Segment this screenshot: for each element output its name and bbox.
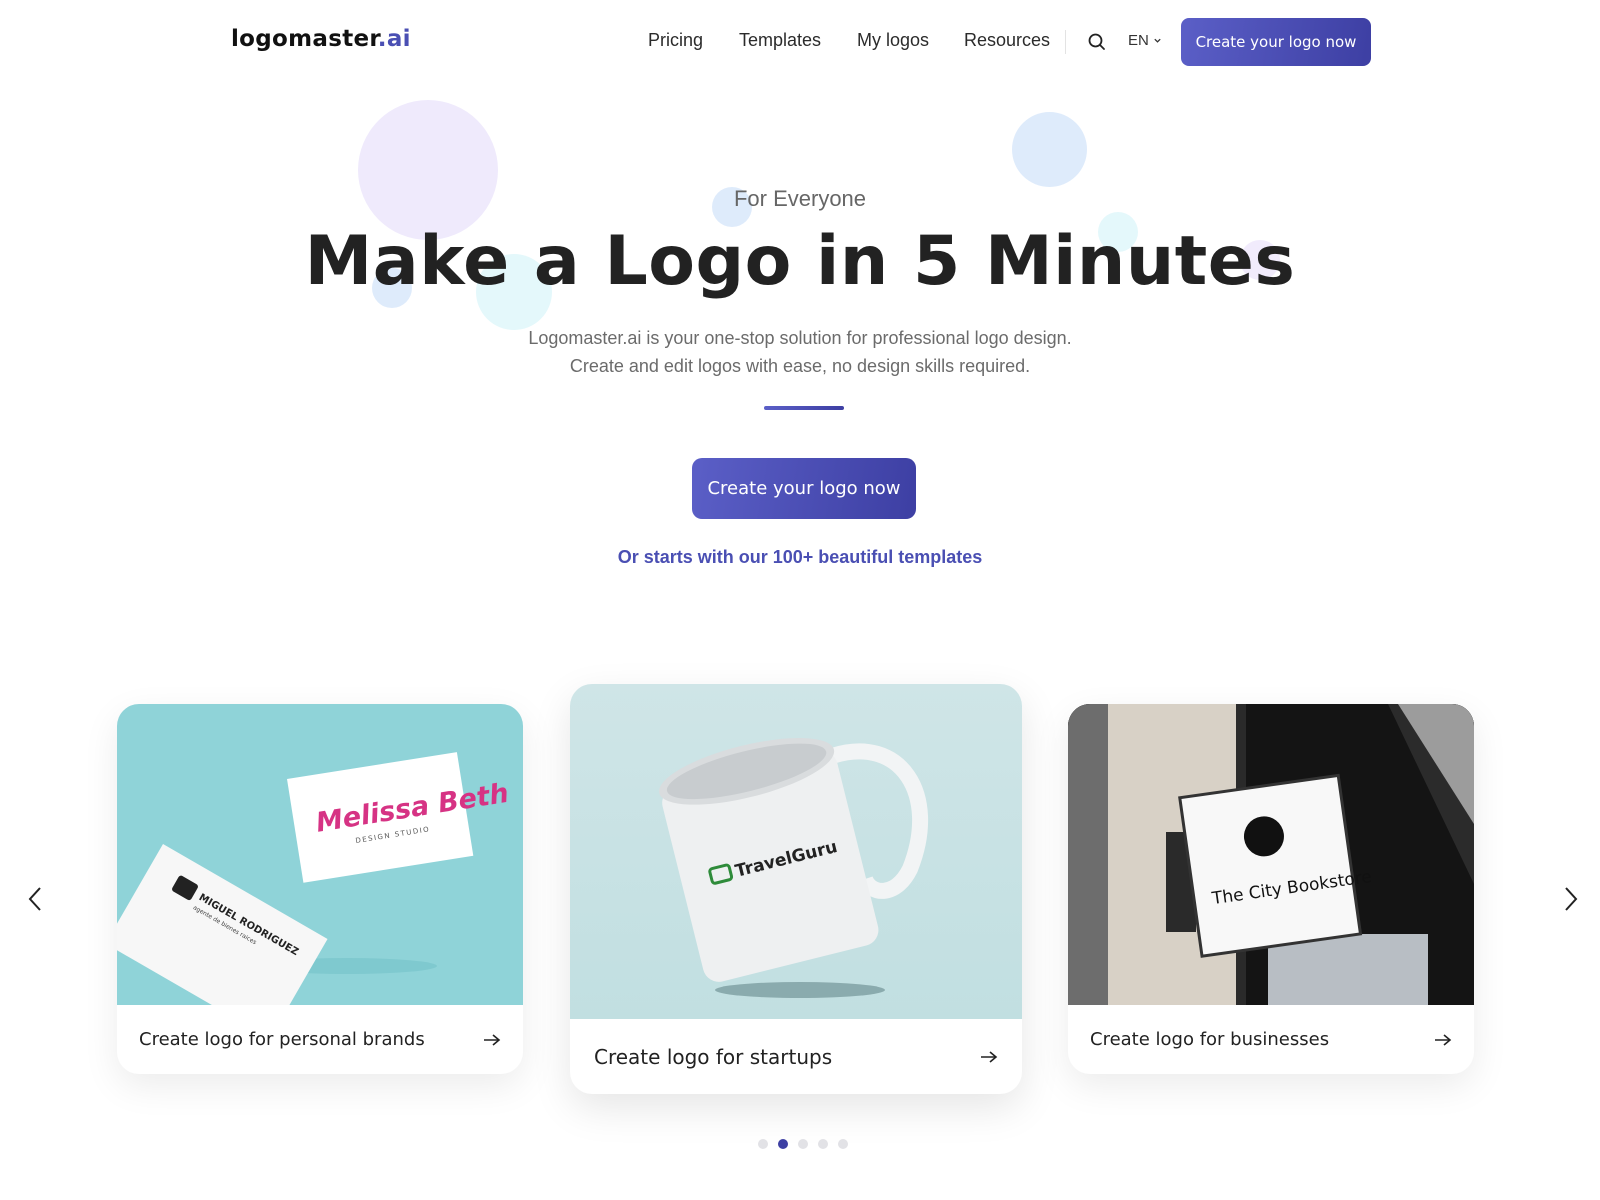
chevron-left-icon: [28, 887, 41, 911]
card-footer: Create logo for startups: [570, 1019, 1022, 1094]
site-logo[interactable]: logomaster.ai: [231, 26, 411, 52]
logo-main-text: logomaster: [231, 26, 378, 52]
pagination-dot-active[interactable]: [778, 1139, 788, 1149]
mug-image: TravelGuru: [570, 684, 1022, 1019]
nav-resources[interactable]: Resources: [964, 30, 1050, 51]
storefront-sign-image: The City Bookstore: [1068, 704, 1474, 1005]
search-icon[interactable]: [1087, 32, 1107, 52]
decorative-bubble: [1012, 112, 1087, 187]
pagination-dot[interactable]: [758, 1139, 768, 1149]
arrow-right-icon: [1435, 1033, 1452, 1046]
carousel-card-businesses[interactable]: The City Bookstore Create logo for busin…: [1068, 704, 1474, 1074]
card-footer: Create logo for personal brands: [117, 1005, 523, 1074]
carousel-card-startups[interactable]: TravelGuru Create logo for startups: [570, 684, 1022, 1094]
hero-headline: Make a Logo in 5 Minutes: [304, 222, 1296, 301]
language-selector[interactable]: EN: [1128, 32, 1162, 49]
pagination-dot[interactable]: [798, 1139, 808, 1149]
pagination-dot[interactable]: [818, 1139, 828, 1149]
hero-subline-2: Create and edit logos with ease, no desi…: [569, 356, 1031, 376]
hero-subline-1: Logomaster.ai is your one-stop solution …: [528, 328, 1072, 348]
carousel-pagination: [758, 1139, 848, 1149]
language-label: EN: [1128, 32, 1149, 49]
card-label: Create logo for personal brands: [139, 1029, 425, 1050]
nav-my-logos[interactable]: My logos: [857, 30, 929, 51]
nav-divider: [1065, 30, 1066, 54]
decorative-bubble: [358, 100, 498, 240]
arrow-right-icon: [484, 1033, 501, 1046]
nav-templates[interactable]: Templates: [739, 30, 821, 51]
carousel-next-button[interactable]: [1558, 885, 1582, 913]
card-label: Create logo for startups: [594, 1044, 833, 1069]
templates-link[interactable]: Or starts with our 100+ beautiful templa…: [0, 547, 1600, 568]
card-label: Create logo for businesses: [1090, 1029, 1330, 1050]
pagination-dot[interactable]: [838, 1139, 848, 1149]
accent-divider: [764, 406, 844, 410]
header-create-logo-button[interactable]: Create your logo now: [1181, 18, 1371, 66]
arrow-right-icon: [981, 1050, 998, 1063]
nav-pricing[interactable]: Pricing: [648, 30, 703, 51]
chevron-down-icon: [1154, 38, 1161, 43]
hero-eyebrow: For Everyone: [733, 186, 867, 211]
chevron-right-icon: [1565, 887, 1578, 911]
logo-suffix-text: .ai: [377, 26, 411, 52]
card-footer: Create logo for businesses: [1068, 1005, 1474, 1074]
site-header: logomaster.ai Pricing Templates My logos…: [0, 0, 1600, 84]
carousel-card-personal-brands[interactable]: MIGUEL RODRIGUEZ agente de bienes raices…: [117, 704, 523, 1074]
hero-create-logo-button[interactable]: Create your logo now: [692, 458, 916, 519]
carousel-prev-button[interactable]: [24, 885, 48, 913]
business-cards-image: MIGUEL RODRIGUEZ agente de bienes raices…: [117, 704, 523, 1005]
